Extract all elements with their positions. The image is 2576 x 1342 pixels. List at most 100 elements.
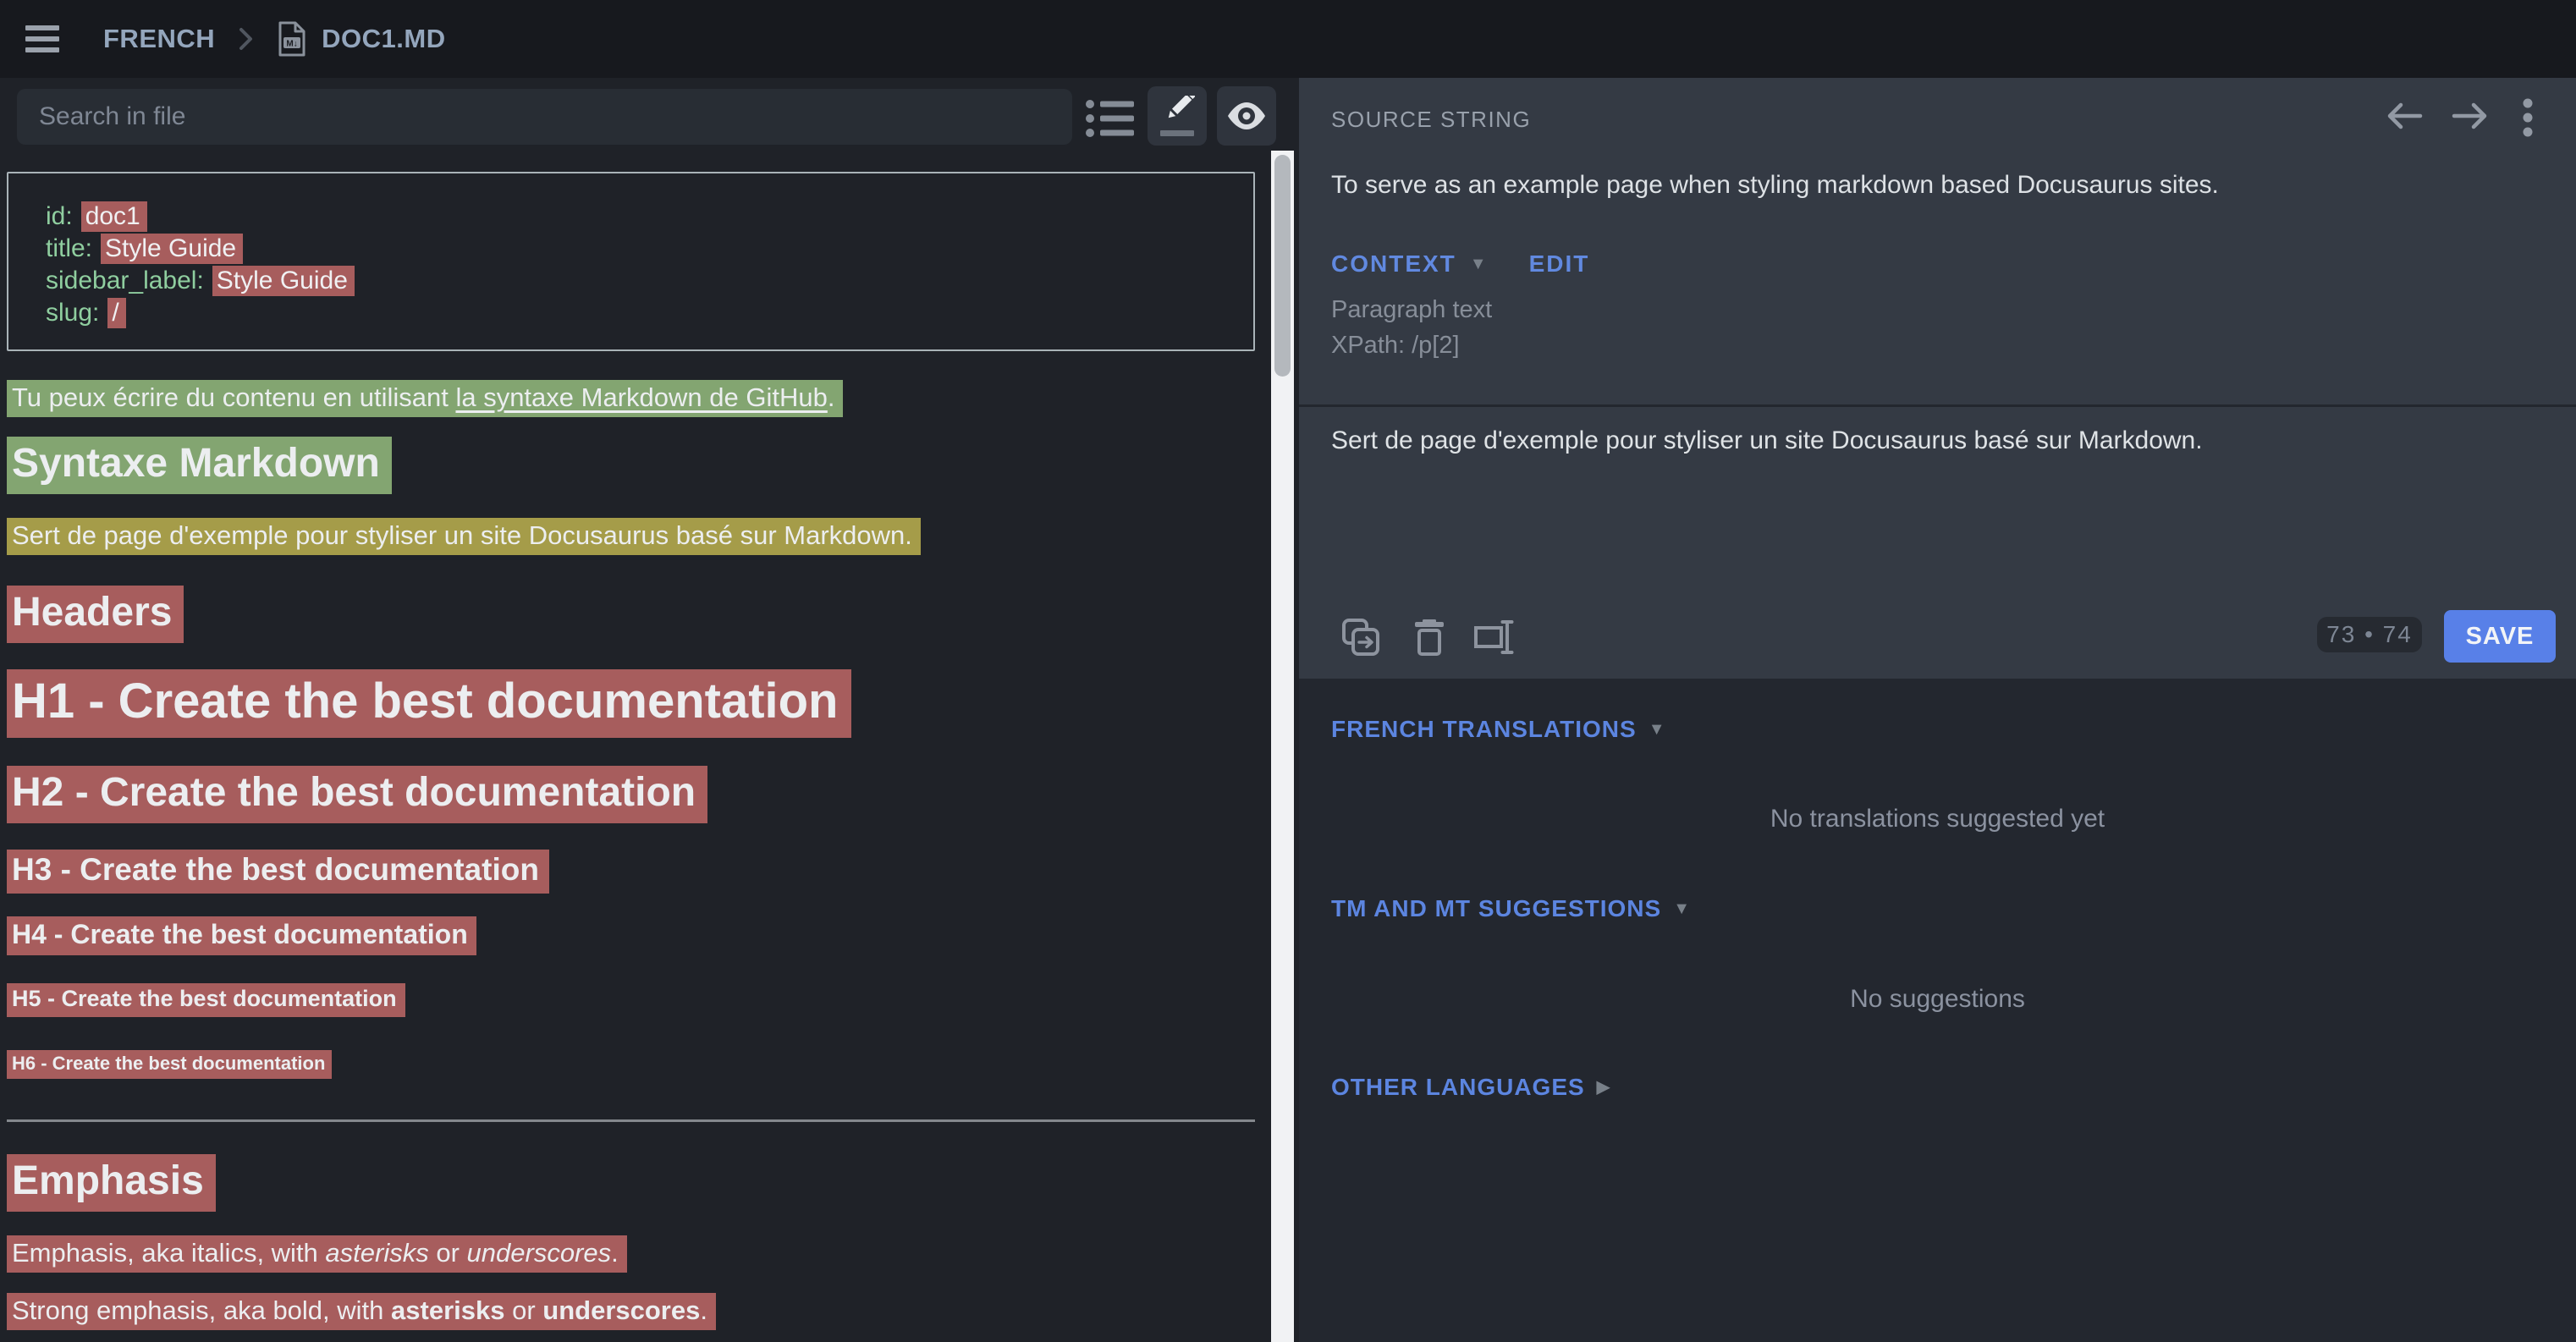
document-editor-panel: id: doc1 title: Style Guide sidebar_label:… xyxy=(0,78,1299,1342)
breadcrumb-file[interactable]: DOC1.MD xyxy=(322,24,445,54)
frontmatter-value-string[interactable]: / xyxy=(107,298,125,328)
section-label: FRENCH TRANSLATIONS xyxy=(1331,716,1637,742)
section-label: TM AND MT SUGGESTIONS xyxy=(1331,895,1661,921)
caret-right-icon: ▶ xyxy=(1597,1078,1610,1097)
frontmatter-key: sidebar_label: xyxy=(46,267,204,294)
next-string-arrow-icon[interactable] xyxy=(2451,98,2490,134)
heading-h2[interactable]: H2 - Create the best documentation xyxy=(7,766,707,823)
frontmatter-line: title: Style Guide xyxy=(46,233,1253,265)
bold-word: asterisks xyxy=(391,1295,504,1325)
section-label: OTHER LANGUAGES xyxy=(1331,1074,1585,1100)
source-string-label: SOURCE STRING xyxy=(1331,107,1531,133)
heading-h4[interactable]: H4 - Create the best documentation xyxy=(7,916,476,955)
eye-icon xyxy=(1225,102,1268,130)
heading-block: H3 - Create the best documentation xyxy=(7,850,549,894)
italic-word: underscores xyxy=(467,1238,612,1268)
top-bar: FRENCH M↓ DOC1.MD xyxy=(0,0,2576,78)
frontmatter-key: title: xyxy=(46,234,92,262)
heading-block: H2 - Create the best documentation xyxy=(7,766,707,823)
edit-pencil-icon xyxy=(1159,96,1195,128)
heading-h1[interactable]: H1 - Create the best documentation xyxy=(7,669,851,738)
save-button[interactable]: SAVE xyxy=(2444,610,2556,663)
hamburger-menu-icon[interactable] xyxy=(25,19,59,58)
heading-h3[interactable]: H3 - Create the best documentation xyxy=(7,850,549,894)
other-languages-section-header[interactable]: OTHER LANGUAGES ▶ xyxy=(1331,1074,1610,1101)
copy-source-icon[interactable] xyxy=(1341,618,1380,657)
edit-context-link[interactable]: EDIT xyxy=(1529,250,1590,277)
heading-block: H6 - Create the best documentation xyxy=(7,1050,332,1079)
frontmatter-value-string[interactable]: Style Guide xyxy=(101,234,243,264)
heading-headers[interactable]: Headers xyxy=(7,586,184,643)
selected-source-string[interactable]: Sert de page d'exemple pour styliser un … xyxy=(7,518,921,555)
github-markdown-link[interactable]: la syntaxe Markdown de GitHub xyxy=(455,382,827,412)
heading-block: H4 - Create the best documentation xyxy=(7,916,476,955)
emphasis-italics-string[interactable]: Emphasis, aka italics, with asterisks or… xyxy=(7,1235,627,1273)
heading-block: Headers xyxy=(7,586,184,643)
markdown-file-icon: M↓ xyxy=(278,21,306,57)
frontmatter-line: sidebar_label: Style Guide xyxy=(46,265,1253,297)
frontmatter-value-string[interactable]: doc1 xyxy=(81,201,147,232)
paragraph-block: Sert de page d'exemple pour styliser un … xyxy=(7,518,921,555)
source-string-text: To serve as an example page when styling… xyxy=(1331,171,2219,200)
em-text: Emphasis, aka italics, with xyxy=(12,1238,325,1268)
bullet-list-icon[interactable] xyxy=(1086,97,1135,140)
source-string-intro[interactable]: Tu peux écrire du contenu en utilisant l… xyxy=(7,380,843,417)
character-counter: 73 • 74 xyxy=(2317,617,2422,652)
heading-syntaxe-markdown[interactable]: Syntaxe Markdown xyxy=(7,437,392,494)
paragraph-block: Strong emphasis, aka bold, with asterisk… xyxy=(7,1293,716,1330)
intro-period: . xyxy=(828,382,835,412)
heading-block: H5 - Create the best documentation xyxy=(7,983,405,1017)
em-text: or xyxy=(504,1295,542,1325)
preview-eye-button[interactable] xyxy=(1217,86,1276,146)
heading-h6[interactable]: H6 - Create the best documentation xyxy=(7,1050,332,1079)
bold-word: underscores xyxy=(542,1295,700,1325)
no-translations-message: No translations suggested yet xyxy=(1299,805,2576,833)
translation-input[interactable]: Sert de page d'exemple pour styliser un … xyxy=(1299,407,2576,602)
em-text: or xyxy=(429,1238,467,1268)
frontmatter-value-string[interactable]: Style Guide xyxy=(212,266,355,296)
frontmatter-box: id: doc1 title: Style Guide sidebar_label:… xyxy=(7,172,1255,351)
caret-down-icon: ▼ xyxy=(1470,255,1489,273)
source-string-card: SOURCE STRING To serve as an example pag… xyxy=(1299,78,2576,679)
heading-block: H1 - Create the best documentation xyxy=(7,669,851,738)
context-type-text: Paragraph text xyxy=(1331,296,1492,324)
emphasis-bold-string[interactable]: Strong emphasis, aka bold, with asterisk… xyxy=(7,1293,716,1330)
italic-word: asterisks xyxy=(325,1238,428,1268)
caret-down-icon: ▼ xyxy=(1649,720,1666,739)
context-toggle[interactable]: CONTEXT xyxy=(1331,250,1456,277)
paragraph-block: Emphasis, aka italics, with asterisks or… xyxy=(7,1235,627,1273)
previous-string-arrow-icon[interactable] xyxy=(2385,98,2424,134)
horizontal-rule xyxy=(7,1119,1255,1122)
translation-text: Sert de page d'exemple pour styliser un … xyxy=(1331,426,2203,455)
heading-block: Syntaxe Markdown xyxy=(7,437,392,494)
heading-emphasis[interactable]: Emphasis xyxy=(7,1154,216,1212)
intro-text: Tu peux écrire du contenu en utilisant xyxy=(12,382,455,412)
scrollbar-track xyxy=(1271,151,1294,1342)
tm-mt-suggestions-section-header[interactable]: TM AND MT SUGGESTIONS ▼ xyxy=(1331,895,1691,922)
frontmatter-key: id: xyxy=(46,202,73,230)
scrollbar-thumb[interactable] xyxy=(1274,155,1291,377)
em-text: Strong emphasis, aka bold, with xyxy=(12,1295,391,1325)
no-suggestions-message: No suggestions xyxy=(1299,985,2576,1014)
context-xpath-text: XPath: /p[2] xyxy=(1331,332,1460,360)
heading-h5[interactable]: H5 - Create the best documentation xyxy=(7,983,405,1017)
search-input[interactable] xyxy=(17,89,1072,145)
heading-block: Emphasis xyxy=(7,1154,216,1212)
translation-panel: SOURCE STRING To serve as an example pag… xyxy=(1299,78,2576,1342)
caret-down-icon: ▼ xyxy=(1673,899,1691,918)
frontmatter-key: slug: xyxy=(46,299,99,327)
paragraph-block: Tu peux écrire du contenu en utilisant l… xyxy=(7,380,843,417)
em-period: . xyxy=(700,1295,707,1325)
context-row: CONTEXT ▼ EDIT xyxy=(1331,250,1589,278)
chevron-right-icon xyxy=(237,25,256,52)
frontmatter-line: id: doc1 xyxy=(46,201,1253,233)
delete-trash-icon[interactable] xyxy=(1413,618,1445,657)
breadcrumb-project[interactable]: FRENCH xyxy=(103,24,215,54)
edit-mode-button[interactable] xyxy=(1148,86,1207,146)
kebab-menu-icon[interactable] xyxy=(2522,98,2534,137)
frontmatter-line: slug: / xyxy=(46,297,1253,329)
french-translations-section-header[interactable]: FRENCH TRANSLATIONS ▼ xyxy=(1331,716,1665,743)
select-text-icon[interactable] xyxy=(1473,618,1516,657)
em-period: . xyxy=(611,1238,619,1268)
svg-text:M↓: M↓ xyxy=(287,40,298,49)
